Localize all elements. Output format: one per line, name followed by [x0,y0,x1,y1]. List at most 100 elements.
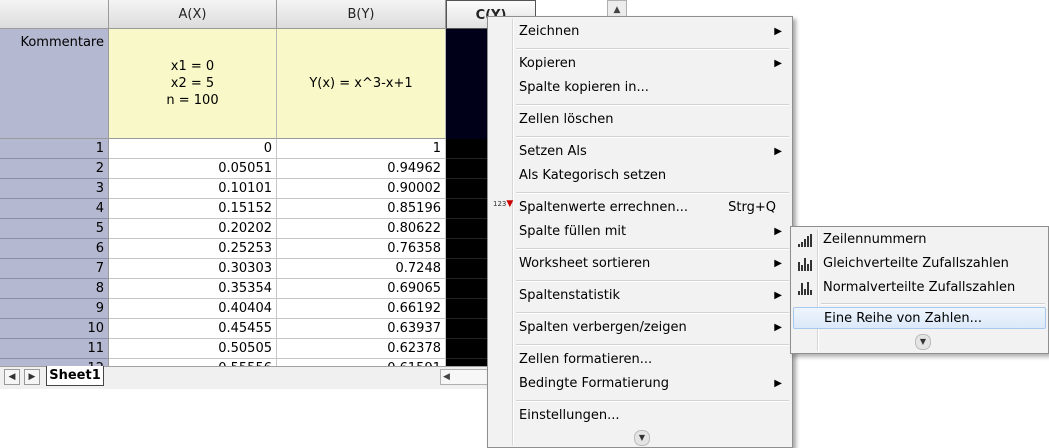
menu-separator [516,280,789,282]
submenu-item-label: Gleichverteilte Zufallszahlen [823,256,1009,271]
tab-scroll-right-icon[interactable]: ▶ [24,369,40,385]
menu-separator [516,192,789,194]
submenu-arrow-icon: ▶ [774,146,782,157]
cell-a[interactable]: 0.10101 [109,179,277,199]
submenu-item-2[interactable]: Gleichverteilte Zufallszahlen [793,253,1046,275]
cell-a[interactable]: 0.40404 [109,299,277,319]
cell-a[interactable]: 0.45455 [109,319,277,339]
column-header-b[interactable]: B(Y) [277,0,446,29]
row-numbers-icon [798,233,814,247]
submenu-item-4[interactable]: Eine Reihe von Zahlen... [793,307,1046,329]
menu-item-label: Spalte kopieren in... [519,80,649,95]
row-header[interactable]: 1 [0,139,109,159]
row-header[interactable]: 2 [0,159,109,179]
menu-item-bedingte-formatierung[interactable]: Bedingte Formatierung ▶ [490,373,790,395]
submenu-arrow-icon: ▶ [774,226,782,237]
row-header[interactable]: 11 [0,339,109,359]
menu-item-spalte-fuellen-mit[interactable]: Spalte füllen mit ▶ [490,221,790,243]
submenu-item-label: Zeilennummern [823,232,927,247]
menu-item-label: Einstellungen... [519,408,620,423]
cell-a[interactable]: 0.25253 [109,239,277,259]
column-context-menu: Zeichnen ▶ Kopieren ▶ Spalte kopieren in... Z… [487,16,793,448]
comment-line: x2 = 5 [170,76,215,91]
tab-scroll-left-icon[interactable]: ◀ [4,369,20,385]
row-header[interactable]: 4 [0,199,109,219]
cell-a[interactable]: 0.35354 [109,279,277,299]
submenu-item-1[interactable]: Zeilennummern [793,229,1046,251]
cell-b[interactable]: 0.69065 [277,279,446,299]
menu-item-label: Spaltenstatistik [519,288,620,303]
cell-b[interactable]: 0.7248 [277,259,446,279]
menu-item-kopieren[interactable]: Kopieren ▶ [490,53,790,75]
menu-item-label: Spaltenwerte errechnen... [519,200,689,215]
cell-b[interactable]: 0.62378 [277,339,446,359]
row-header[interactable]: 7 [0,259,109,279]
normal-random-icon [798,281,814,295]
menu-item-einstellungen[interactable]: Einstellungen... [490,405,790,427]
cell-b[interactable]: 0.63937 [277,319,446,339]
comment-line: x1 = 0 [170,59,215,74]
corner-select-all[interactable] [0,0,109,29]
cell-b[interactable]: 0.85196 [277,199,446,219]
menu-separator [516,248,789,250]
menu-separator [516,344,789,346]
cell-b[interactable]: 0.80622 [277,219,446,239]
menu-item-spaltenstatistik[interactable]: Spaltenstatistik ▶ [490,285,790,307]
menu-item-label: Zellen formatieren... [519,352,653,367]
cell-a[interactable]: 0.30303 [109,259,277,279]
row-header[interactable]: 6 [0,239,109,259]
tab-sheet1[interactable]: Sheet1 [46,366,104,386]
menu-item-zeichnen[interactable]: Zeichnen ▶ [490,21,790,43]
cell-a[interactable]: 0.50505 [109,339,277,359]
cell-a[interactable]: 0.20202 [109,219,277,239]
menu-item-zellen-formatieren[interactable]: Zellen formatieren... [490,349,790,371]
scroll-left-icon[interactable]: ◀ [443,370,450,384]
cell-b[interactable]: 0.94962 [277,159,446,179]
submenu-item-3[interactable]: Normalverteilte Zufallszahlen [793,277,1046,299]
comment-cell-b[interactable]: Y(x) = x^3-x+1 [277,29,446,139]
submenu-arrow-icon: ▶ [774,258,782,269]
cell-b[interactable]: 0.90002 [277,179,446,199]
cell-a[interactable]: 0.05051 [109,159,277,179]
menu-item-label: Bedingte Formatierung [519,376,669,391]
comment-cell-a[interactable]: x1 = 0 x2 = 5 n = 100 [109,29,277,139]
menu-item-spaltenwerte-errechnen[interactable]: 123▼ Spaltenwerte errechnen... Strg+Q [490,197,790,219]
submenu-arrow-icon: ▶ [774,378,782,389]
cell-a[interactable]: 0.15152 [109,199,277,219]
column-header-a[interactable]: A(X) [109,0,277,29]
row-header[interactable]: 10 [0,319,109,339]
menu-item-spalte-kopieren-in[interactable]: Spalte kopieren in... [490,77,790,99]
menu-item-label: Spalten verbergen/zeigen [519,320,687,335]
row-header[interactable]: 9 [0,299,109,319]
menu-separator [516,48,789,50]
menu-item-setzen-als[interactable]: Setzen Als ▶ [490,141,790,163]
cell-b[interactable]: 0.66192 [277,299,446,319]
menu-item-worksheet-sortieren[interactable]: Worksheet sortieren ▶ [490,253,790,275]
row-header[interactable]: 8 [0,279,109,299]
menu-separator [516,400,789,402]
menu-item-als-kategorisch-setzen[interactable]: Als Kategorisch setzen [490,165,790,187]
menu-item-label: Setzen Als [519,144,587,159]
menu-item-label: Kopieren [519,56,576,71]
menu-item-zellen-loeschen[interactable]: Zellen löschen [490,109,790,131]
submenu-arrow-icon: ▶ [774,290,782,301]
cell-b[interactable]: 1 [277,139,446,159]
menu-item-spalten-verbergen-zeigen[interactable]: Spalten verbergen/zeigen ▶ [490,317,790,339]
cell-a[interactable]: 0 [109,139,277,159]
menu-separator [516,104,789,106]
set-column-values-icon: 123▼ [493,199,514,209]
row-header[interactable]: 5 [0,219,109,239]
menu-item-label: Als Kategorisch setzen [519,168,667,183]
uniform-random-icon [798,257,814,271]
icon-text: 123 [493,200,507,208]
menu-separator [516,136,789,138]
expand-menu-icon[interactable]: ▼ [634,430,650,446]
menu-separator [516,312,789,314]
cell-b[interactable]: 0.76358 [277,239,446,259]
row-header[interactable]: 3 [0,179,109,199]
comments-row-label: Kommentare [0,29,109,139]
submenu-arrow-icon: ▶ [774,322,782,333]
fill-column-submenu: Zeilennummern Gleichverteilte Zufallszahl… [790,226,1049,354]
sheet-tab-bar: ◀ ▶ Sheet1 ◀ [0,366,540,389]
expand-submenu-icon[interactable]: ▼ [915,334,931,350]
